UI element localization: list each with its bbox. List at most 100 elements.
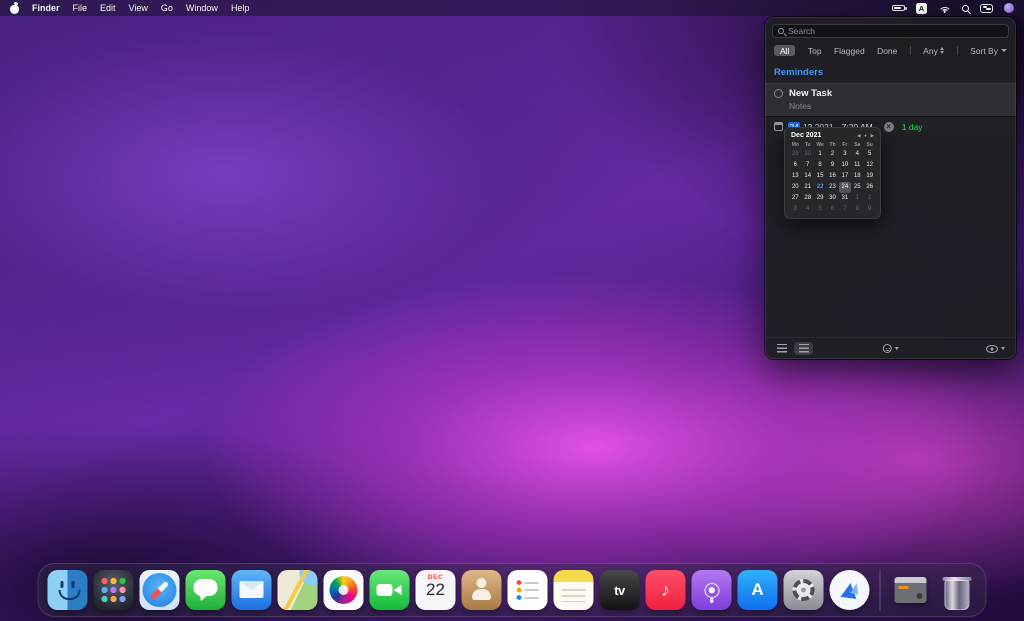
- mail-dock-icon[interactable]: [232, 570, 272, 610]
- apple-menu-icon[interactable]: [10, 3, 19, 14]
- spotlight-search-icon[interactable]: [962, 5, 969, 12]
- calendar-day[interactable]: 4: [851, 149, 863, 160]
- date-picker-popup: Dec 2021 ◀ ● ▶ MoTuWeThFrSaSu29301234567…: [784, 127, 881, 219]
- calendar-day[interactable]: 13: [789, 171, 801, 182]
- calendar-day[interactable]: 16: [826, 171, 838, 182]
- external-drive-icon[interactable]: [891, 570, 931, 610]
- reminders-dock-icon[interactable]: [508, 570, 548, 610]
- compact-list-view-button[interactable]: [772, 342, 791, 356]
- calendar-day[interactable]: 9: [826, 160, 838, 171]
- filter-all[interactable]: All: [774, 45, 795, 56]
- calendar-day[interactable]: 5: [863, 149, 875, 160]
- calendar-day[interactable]: 23: [826, 182, 838, 193]
- calendar-day[interactable]: 20: [789, 182, 801, 193]
- battery-icon[interactable]: [892, 5, 905, 12]
- visibility-menu-button[interactable]: [982, 342, 1010, 355]
- calendar-day[interactable]: 9: [863, 204, 875, 215]
- finder-dock-icon[interactable]: [48, 570, 88, 610]
- calendar-nav: ◀ ● ▶: [857, 133, 874, 139]
- menu-go[interactable]: Go: [161, 0, 173, 16]
- app-store-dock-icon[interactable]: A: [738, 570, 778, 610]
- detail-list-view-button[interactable]: [794, 342, 813, 356]
- wifi-icon[interactable]: [938, 4, 951, 13]
- calendar-day[interactable]: 3: [839, 149, 851, 160]
- siri-icon[interactable]: [1004, 3, 1014, 13]
- calendar-day[interactable]: 7: [802, 160, 814, 171]
- calendar-day[interactable]: 1: [851, 193, 863, 204]
- calendar-day[interactable]: 30: [826, 193, 838, 204]
- launchpad-dock-icon[interactable]: [94, 570, 134, 610]
- reminder-offset-label[interactable]: 1 day: [902, 122, 923, 132]
- calendar-day[interactable]: 17: [839, 171, 851, 182]
- emoji-menu-button[interactable]: [878, 342, 903, 356]
- calendar-day[interactable]: 7: [839, 204, 851, 215]
- calendar-day[interactable]: 10: [839, 160, 851, 171]
- filter-top[interactable]: Top: [808, 46, 822, 56]
- calendar-day[interactable]: 29: [814, 193, 826, 204]
- calendar-day[interactable]: 15: [814, 171, 826, 182]
- calendar-day[interactable]: 21: [802, 182, 814, 193]
- calendar-day[interactable]: 6: [789, 160, 801, 171]
- input-source-icon[interactable]: A: [916, 3, 927, 14]
- calendar-next-icon[interactable]: ▶: [870, 133, 874, 139]
- calendar-day[interactable]: 31: [839, 193, 851, 204]
- contacts-dock-icon[interactable]: [462, 570, 502, 610]
- menu-edit[interactable]: Edit: [100, 0, 116, 16]
- filter-flagged[interactable]: Flagged: [834, 46, 865, 56]
- filter-done[interactable]: Done: [877, 46, 897, 56]
- calendar-day[interactable]: 3: [789, 204, 801, 215]
- photos-dock-icon[interactable]: [324, 570, 364, 610]
- calendar-day[interactable]: 30: [802, 149, 814, 160]
- filter-any-dropdown[interactable]: Any: [923, 46, 944, 56]
- trash-icon[interactable]: [937, 570, 977, 610]
- task-notes-field[interactable]: Notes: [765, 100, 1016, 116]
- calendar-day[interactable]: 5: [814, 204, 826, 215]
- search-input[interactable]: [788, 26, 1003, 36]
- calendar-day[interactable]: 28: [802, 193, 814, 204]
- calendar-day[interactable]: 4: [802, 204, 814, 215]
- calendar-day[interactable]: 8: [851, 204, 863, 215]
- filter-bar: All Top Flagged Done Any Sort By: [774, 45, 1007, 56]
- notes-dock-icon[interactable]: [554, 570, 594, 610]
- calendar-day[interactable]: 6: [826, 204, 838, 215]
- task-title-row[interactable]: New Task: [765, 84, 1016, 100]
- blue-app-dock-icon[interactable]: [830, 570, 870, 610]
- calendar-day[interactable]: 1: [814, 149, 826, 160]
- menu-file[interactable]: File: [73, 0, 88, 16]
- calendar-day[interactable]: 29: [789, 149, 801, 160]
- menu-view[interactable]: View: [129, 0, 148, 16]
- dock-divider: [880, 569, 881, 611]
- menu-help[interactable]: Help: [231, 0, 250, 16]
- menu-window[interactable]: Window: [186, 0, 218, 16]
- search-field[interactable]: [772, 24, 1009, 38]
- calendar-day[interactable]: 8: [814, 160, 826, 171]
- calendar-day[interactable]: 27: [789, 193, 801, 204]
- calendar-day[interactable]: 11: [851, 160, 863, 171]
- system-preferences-dock-icon[interactable]: [784, 570, 824, 610]
- task-checkbox[interactable]: [774, 89, 783, 98]
- calendar-dock-icon[interactable]: DEC 22: [416, 570, 456, 610]
- messages-dock-icon[interactable]: [186, 570, 226, 610]
- safari-dock-icon[interactable]: [140, 570, 180, 610]
- calendar-day[interactable]: 2: [863, 193, 875, 204]
- calendar-today-icon[interactable]: ●: [864, 133, 867, 138]
- calendar-day[interactable]: 25: [851, 182, 863, 193]
- facetime-dock-icon[interactable]: [370, 570, 410, 610]
- calendar-day[interactable]: 2: [826, 149, 838, 160]
- calendar-day[interactable]: 19: [863, 171, 875, 182]
- control-center-icon[interactable]: [980, 4, 993, 13]
- podcasts-dock-icon[interactable]: [692, 570, 732, 610]
- calendar-prev-icon[interactable]: ◀: [857, 133, 861, 139]
- music-dock-icon[interactable]: ♪: [646, 570, 686, 610]
- calendar-day[interactable]: 14: [802, 171, 814, 182]
- menu-app-finder[interactable]: Finder: [32, 0, 60, 16]
- sort-by-dropdown[interactable]: Sort By: [970, 46, 1007, 56]
- calendar-day[interactable]: 24: [839, 182, 851, 193]
- calendar-day[interactable]: 26: [863, 182, 875, 193]
- apple-tv-dock-icon[interactable]: tv: [600, 570, 640, 610]
- maps-dock-icon[interactable]: [278, 570, 318, 610]
- calendar-day[interactable]: 12: [863, 160, 875, 171]
- calendar-day[interactable]: 22: [814, 182, 826, 193]
- clear-date-icon[interactable]: ×: [884, 122, 894, 132]
- calendar-day[interactable]: 18: [851, 171, 863, 182]
